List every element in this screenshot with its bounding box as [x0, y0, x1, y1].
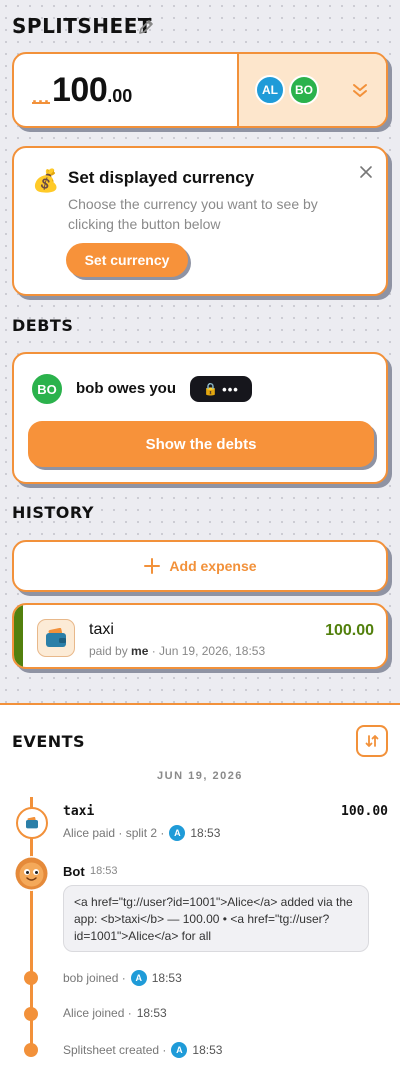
- chevron-down-icon[interactable]: [350, 80, 370, 100]
- plus-icon: [144, 558, 161, 574]
- show-debts-button[interactable]: Show the debts: [28, 421, 374, 467]
- event-expense-title: taxi: [63, 804, 95, 819]
- debts-card: BO bob owes you 🔒 ••• Show the debts: [12, 352, 388, 484]
- expense-item[interactable]: taxi paid by me · Jun 19, 2026, 18:53 10…: [12, 603, 388, 669]
- total-integer: 100: [52, 70, 108, 109]
- app-title: SPLITSHEET: [12, 14, 152, 38]
- hidden-amount-pill[interactable]: 🔒 •••: [190, 376, 252, 402]
- set-currency-button[interactable]: Set currency: [66, 243, 188, 277]
- user-avatar-mini: A: [171, 1042, 188, 1058]
- bot-name: Bot: [63, 864, 85, 879]
- events-panel: EVENTS JUN 19, 2026 taxi 100.00 Alice pa…: [0, 703, 400, 1090]
- wallet-icon: [37, 619, 75, 657]
- expense-date: · Jun 19, 2026, 18:53: [148, 644, 266, 658]
- event-log-text: Alice joined ·: [63, 1006, 132, 1020]
- total-decimal: .00: [107, 85, 133, 106]
- total-amount: ... 100 .00: [14, 54, 237, 126]
- event-log-text: Splitsheet created ·: [63, 1043, 167, 1057]
- timeline-dot: [24, 1007, 38, 1021]
- sort-icon: [365, 735, 379, 747]
- debtor-avatar: BO: [30, 372, 64, 406]
- timeline-dot: [24, 1043, 38, 1057]
- event-time: 18:53: [136, 1006, 167, 1020]
- bot-avatar-icon: [14, 856, 49, 891]
- paid-by-prefix: paid by: [89, 644, 132, 658]
- bot-message-bubble: <a href="tg://user?id=1001">Alice</a> ad…: [63, 885, 369, 952]
- expense-event-icon: [16, 807, 48, 839]
- event-time: 18:53: [192, 1043, 223, 1057]
- avatar-bob: BO: [289, 75, 319, 105]
- event-log-item: Splitsheet created · A 18:53: [63, 1042, 222, 1058]
- event-log-item: Alice joined · 18:53: [63, 1006, 167, 1020]
- currency-prompt-title: Set displayed currency: [68, 168, 255, 187]
- user-avatar-mini: A: [169, 825, 186, 841]
- add-expense-label: Add expense: [169, 558, 257, 574]
- event-time: 18:53: [151, 971, 182, 985]
- currency-hidden-marker: ...: [32, 87, 51, 107]
- event-log-item: bob joined · A 18:53: [63, 970, 182, 986]
- currency-prompt-description: Choose the currency you want to see by c…: [68, 196, 318, 232]
- money-bag-icon: 💰: [32, 168, 60, 193]
- expense-payer: me: [131, 644, 149, 658]
- sort-order-button[interactable]: [356, 725, 388, 757]
- add-expense-button[interactable]: Add expense: [12, 540, 388, 592]
- total-card: ... 100 .00 AL BO: [12, 52, 388, 128]
- currency-prompt-card: 💰 Set displayed currency Choose the curr…: [12, 146, 388, 296]
- expense-amount: 100.00: [325, 622, 374, 639]
- lock-icon: 🔒: [203, 382, 219, 396]
- expense-name: taxi: [89, 621, 114, 638]
- hidden-amount-dots: •••: [222, 381, 239, 397]
- event-time: 18:53: [190, 826, 221, 840]
- timeline-dot: [24, 971, 38, 985]
- edit-title-icon[interactable]: [136, 17, 156, 37]
- event-expense-meta: Alice paid · split 2 · A 18:53: [63, 825, 220, 841]
- events-heading: EVENTS: [12, 732, 86, 751]
- event-expense-amount: 100.00: [341, 804, 388, 819]
- event-expense-meta-text: Alice paid · split 2 ·: [63, 826, 165, 840]
- debts-heading: DEBTS: [12, 316, 74, 335]
- bot-message-time: 18:53: [90, 865, 118, 877]
- debt-description: bob owes you: [76, 380, 177, 397]
- avatar-alice: AL: [255, 75, 285, 105]
- close-icon[interactable]: [356, 162, 376, 182]
- history-heading: HISTORY: [12, 503, 94, 522]
- event-log-text: bob joined ·: [63, 971, 126, 985]
- expense-meta: paid by me · Jun 19, 2026, 18:53: [89, 644, 265, 658]
- date-separator: JUN 19, 2026: [157, 770, 243, 782]
- participants-toggle[interactable]: AL BO: [237, 54, 386, 126]
- user-avatar-mini: A: [130, 970, 147, 986]
- expense-status-stripe: [14, 605, 23, 667]
